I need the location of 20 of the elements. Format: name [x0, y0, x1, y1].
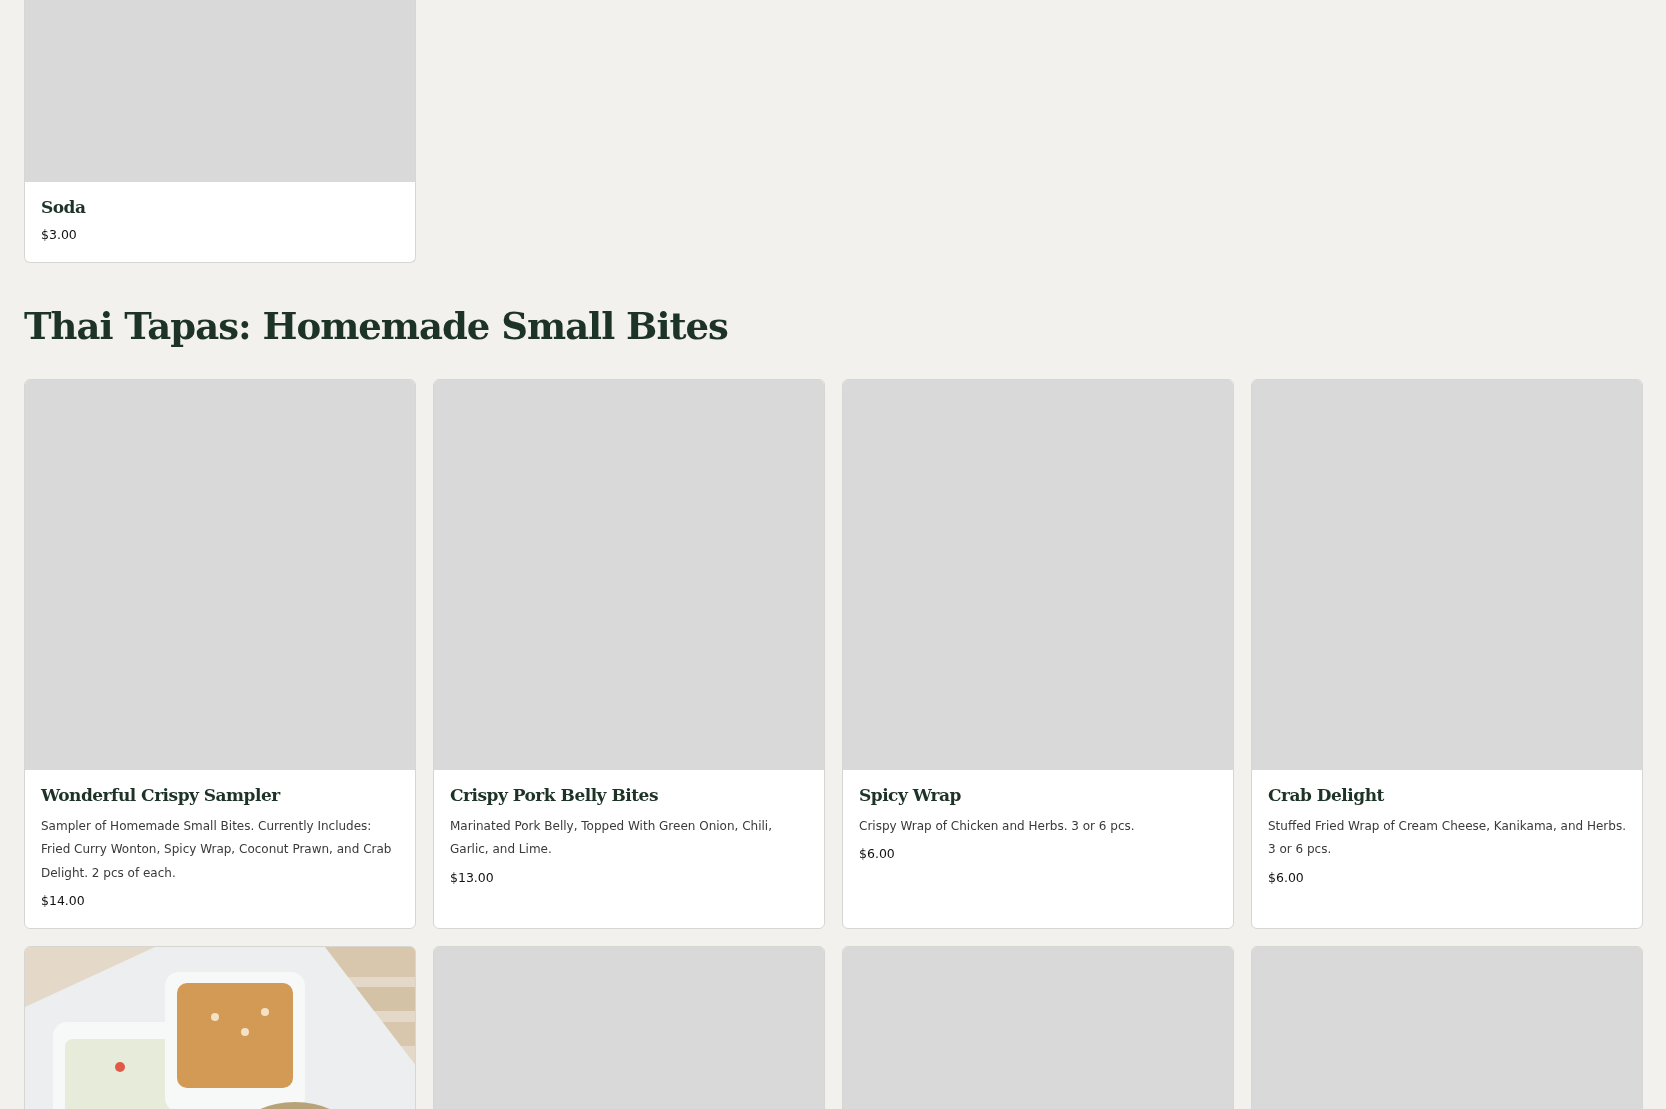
item-price: $14.00 [41, 893, 86, 908]
item-name: Wonderful Crispy Sampler [41, 783, 282, 807]
menu-item-card[interactable]: Crispy Pork Belly Bites Marinated Pork Belly, Topped With Green Onion, Chili, Garlic, and Lime. $13.00 [433, 378, 825, 929]
item-description: Stuffed Fried Wrap of Cream Cheese, Kanikama, and Herbs. 3 or 6 pcs. [1268, 817, 1626, 858]
item-description: Sampler of Homemade Small Bites. Currently Includes: Fried Curry Wonton, Spicy Wrap, Coconut Prawn, and Crab Delight. 2 pcs of each. [41, 817, 393, 882]
item-name: Spicy Wrap [859, 783, 962, 807]
menu-item-card[interactable]: Wonderful Crispy Sampler Sampler of Homemade Small Bites. Currently Includes: Fried Curry Wonton, Spicy Wrap, Coconut Prawn, and Crab Delight. 2 pcs of each. $14.00 [24, 378, 416, 929]
item-description: Crispy Wrap of Chicken and Herbs. 3 or 6 pcs. [859, 817, 1136, 835]
item-price: $6.00 [1268, 869, 1305, 885]
menu-item-card[interactable]: Soda $3.00 [24, 0, 416, 263]
menu-item-card[interactable]: Spicy Wrap Crispy Wrap of Chicken and Herbs. 3 or 6 pcs. $6.00 [842, 378, 1234, 929]
item-price: $6.00 [859, 846, 896, 861]
item-name: Crab Delight [1268, 783, 1385, 807]
section-heading: Thai Tapas: Homemade Small Bites [24, 303, 729, 350]
menu-item-card[interactable]: Crab Delight Stuffed Fried Wrap of Cream Cheese, Kanikama, and Herbs. 3 or 6 pcs. $6.00 [1251, 378, 1643, 929]
item-name: Crispy Pork Belly Bites [450, 783, 659, 807]
item-description: Marinated Pork Belly, Topped With Green Onion, Chili, Garlic, and Lime. [450, 817, 773, 858]
item-price: $3.00 [41, 227, 78, 242]
item-name: Soda [41, 196, 87, 219]
item-price: $13.00 [450, 869, 495, 885]
